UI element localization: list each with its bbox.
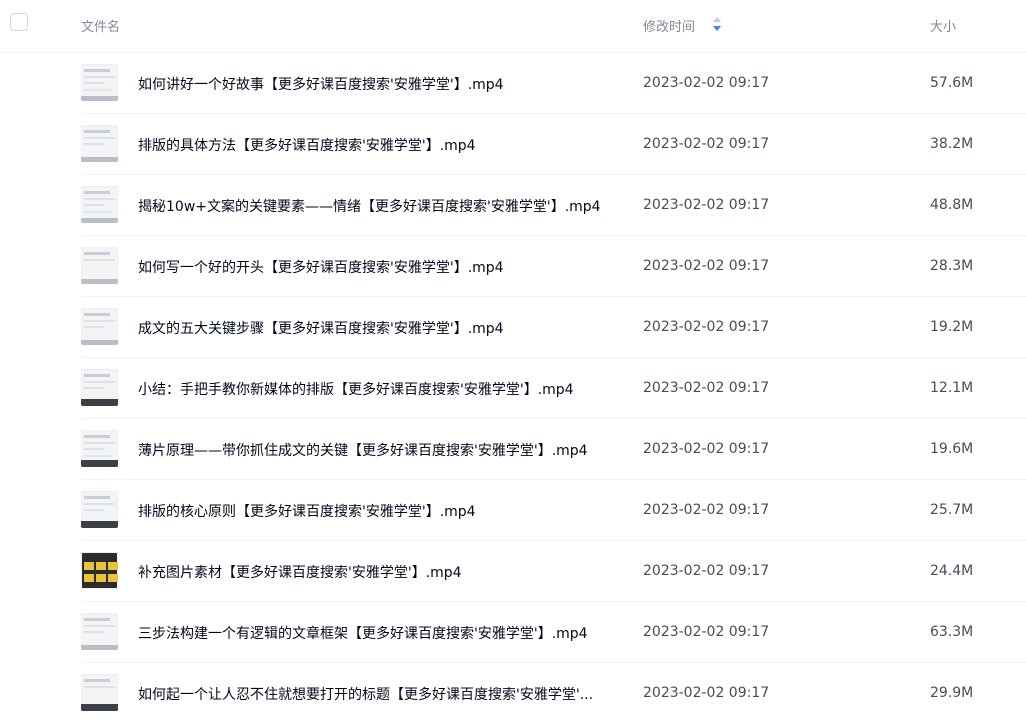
file-name[interactable]: 小结：手把手教你新媒体的排版【更多好课百度搜索'安雅学堂'】.mp4	[138, 379, 608, 399]
file-name[interactable]: 揭秘10w+文案的关键要素——情绪【更多好课百度搜索'安雅学堂'】.mp4	[138, 196, 608, 216]
video-thumbnail	[81, 64, 118, 101]
file-modified-time: 2023-02-02 09:17	[643, 319, 770, 335]
sort-desc-icon[interactable]	[711, 16, 723, 32]
file-size: 19.2M	[930, 319, 974, 335]
file-size: 48.8M	[930, 197, 974, 213]
file-name[interactable]: 如何讲好一个好故事【更多好课百度搜索'安雅学堂'】.mp4	[138, 74, 608, 94]
file-modified-time: 2023-02-02 09:17	[643, 258, 770, 274]
file-name[interactable]: 薄片原理——带你抓住成文的关键【更多好课百度搜索'安雅学堂'】.mp4	[138, 440, 608, 460]
file-size: 28.3M	[930, 258, 974, 274]
video-thumbnail	[81, 369, 118, 406]
file-size: 19.6M	[930, 441, 974, 457]
file-row[interactable]: 如何写一个好的开头【更多好课百度搜索'安雅学堂'】.mp4 2023-02-02…	[0, 236, 1026, 297]
video-thumbnail	[81, 308, 118, 345]
file-name[interactable]: 成文的五大关键步骤【更多好课百度搜索'安雅学堂'】.mp4	[138, 318, 608, 338]
file-row[interactable]: 如何讲好一个好故事【更多好课百度搜索'安雅学堂'】.mp4 2023-02-02…	[0, 53, 1026, 114]
file-name[interactable]: 如何写一个好的开头【更多好课百度搜索'安雅学堂'】.mp4	[138, 257, 608, 277]
file-size: 57.6M	[930, 75, 974, 91]
file-row[interactable]: 排版的核心原则【更多好课百度搜索'安雅学堂'】.mp4 2023-02-02 0…	[0, 480, 1026, 541]
file-row[interactable]: 小结：手把手教你新媒体的排版【更多好课百度搜索'安雅学堂'】.mp4 2023-…	[0, 358, 1026, 419]
file-row[interactable]: 成文的五大关键步骤【更多好课百度搜索'安雅学堂'】.mp4 2023-02-02…	[0, 297, 1026, 358]
select-all-checkbox[interactable]	[10, 13, 28, 31]
video-thumbnail	[81, 613, 118, 650]
file-row[interactable]: 揭秘10w+文案的关键要素——情绪【更多好课百度搜索'安雅学堂'】.mp4 20…	[0, 175, 1026, 236]
file-size: 25.7M	[930, 502, 974, 518]
file-name[interactable]: 如何起一个让人忍不住就想要打开的标题【更多好课百度搜索'安雅学堂'...	[138, 684, 608, 704]
file-row[interactable]: 补充图片素材【更多好课百度搜索'安雅学堂'】.mp4 2023-02-02 09…	[0, 541, 1026, 602]
file-size: 12.1M	[930, 380, 974, 396]
file-modified-time: 2023-02-02 09:17	[643, 136, 770, 152]
file-row[interactable]: 排版的具体方法【更多好课百度搜索'安雅学堂'】.mp4 2023-02-02 0…	[0, 114, 1026, 175]
file-modified-time: 2023-02-02 09:17	[643, 441, 770, 457]
video-thumbnail	[81, 552, 118, 589]
column-header-modified-time[interactable]: 修改时间	[643, 16, 695, 35]
column-header-name[interactable]: 文件名	[81, 16, 120, 35]
file-modified-time: 2023-02-02 09:17	[643, 563, 770, 579]
file-modified-time: 2023-02-02 09:17	[643, 197, 770, 213]
file-modified-time: 2023-02-02 09:17	[643, 624, 770, 640]
file-name[interactable]: 排版的核心原则【更多好课百度搜索'安雅学堂'】.mp4	[138, 501, 608, 521]
file-name[interactable]: 三步法构建一个有逻辑的文章框架【更多好课百度搜索'安雅学堂'】.mp4	[138, 623, 608, 643]
file-size: 63.3M	[930, 624, 974, 640]
file-size: 38.2M	[930, 136, 974, 152]
file-modified-time: 2023-02-02 09:17	[643, 380, 770, 396]
file-list-header: 文件名 修改时间 大小	[0, 0, 1026, 53]
video-thumbnail	[81, 247, 118, 284]
column-header-size[interactable]: 大小	[930, 16, 956, 35]
file-name[interactable]: 排版的具体方法【更多好课百度搜索'安雅学堂'】.mp4	[138, 135, 608, 155]
file-modified-time: 2023-02-02 09:17	[643, 685, 770, 701]
video-thumbnail	[81, 674, 118, 711]
file-row[interactable]: 三步法构建一个有逻辑的文章框架【更多好课百度搜索'安雅学堂'】.mp4 2023…	[0, 602, 1026, 663]
video-thumbnail	[81, 186, 118, 223]
video-thumbnail	[81, 125, 118, 162]
file-size: 29.9M	[930, 685, 974, 701]
file-modified-time: 2023-02-02 09:17	[643, 502, 770, 518]
video-thumbnail	[81, 491, 118, 528]
file-modified-time: 2023-02-02 09:17	[643, 75, 770, 91]
file-row[interactable]: 薄片原理——带你抓住成文的关键【更多好课百度搜索'安雅学堂'】.mp4 2023…	[0, 419, 1026, 480]
file-size: 24.4M	[930, 563, 974, 579]
file-name[interactable]: 补充图片素材【更多好课百度搜索'安雅学堂'】.mp4	[138, 562, 608, 582]
video-thumbnail	[81, 430, 118, 467]
